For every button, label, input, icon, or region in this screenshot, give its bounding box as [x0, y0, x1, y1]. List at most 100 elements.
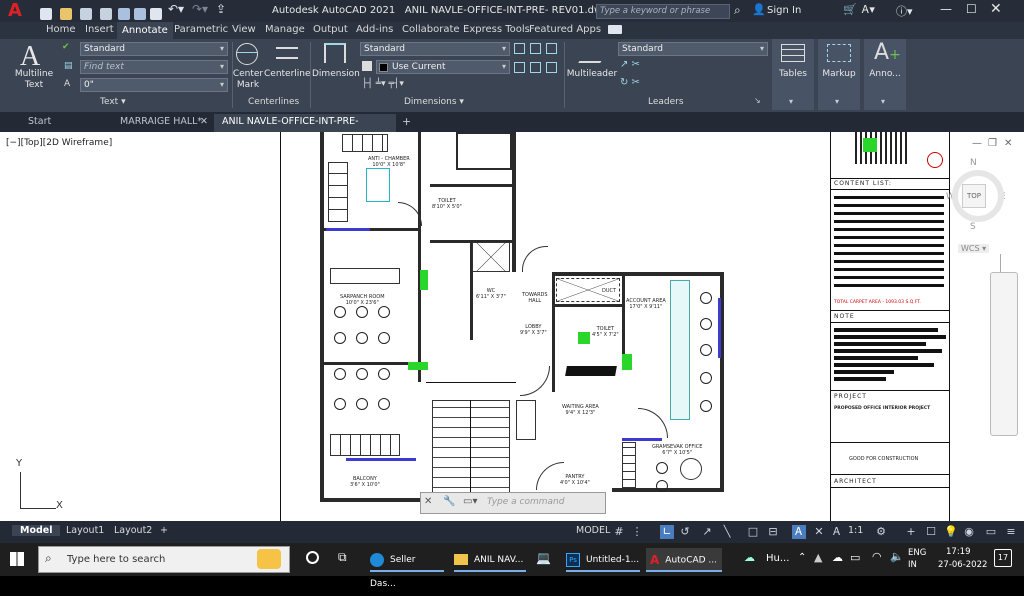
- autodesk-a360-icon[interactable]: Ꭺ▾: [862, 3, 875, 17]
- help-search-input[interactable]: Type a keyword or phrase: [596, 4, 730, 19]
- isolate-icon[interactable]: 💡: [944, 525, 958, 539]
- text-height-select[interactable]: 0": [80, 78, 228, 92]
- osnap-tracking-icon[interactable]: ↗: [700, 525, 714, 539]
- new-tab-icon[interactable]: +: [402, 115, 411, 128]
- sign-in-link[interactable]: Sign In: [767, 5, 801, 16]
- taskbar-search-box[interactable]: ⌕ Type here to search: [38, 546, 290, 573]
- weather-label[interactable]: Hu...: [766, 553, 789, 564]
- ribbon-minimize-icon[interactable]: [608, 25, 622, 34]
- gear-icon[interactable]: ⚙: [874, 525, 888, 539]
- multiline-text-button[interactable]: Multiline Text: [10, 69, 58, 91]
- save-icon[interactable]: [80, 8, 92, 20]
- windows-start-icon[interactable]: [10, 552, 24, 566]
- dimensions-panel-label[interactable]: Dimensions ▾: [404, 97, 464, 107]
- maximize-button[interactable]: ☐: [966, 2, 977, 16]
- anno-button[interactable]: Anno...: [864, 69, 906, 79]
- ortho-icon[interactable]: ∟: [660, 525, 674, 539]
- plot-icon[interactable]: [150, 8, 162, 20]
- share-icon[interactable]: ⇪: [216, 2, 226, 16]
- doc-tab-marraige-hall[interactable]: MARRAIGE HALL* ✕: [112, 114, 212, 132]
- clock-time[interactable]: 17:19: [946, 547, 971, 557]
- dim-break-icon[interactable]: [514, 43, 525, 54]
- leaders-expand-icon[interactable]: ↘: [754, 96, 761, 105]
- new-file-icon[interactable]: [40, 8, 52, 20]
- annotation-scale-value[interactable]: 1:1: [848, 525, 863, 536]
- dimension-button[interactable]: Dimension: [312, 69, 360, 79]
- annotation-scale-icon[interactable]: Ꭺ: [830, 525, 844, 539]
- check-spelling-icon[interactable]: ✔: [62, 42, 70, 52]
- volume-icon[interactable]: 🔈: [890, 550, 904, 563]
- autocad-logo[interactable]: A: [8, 1, 30, 21]
- ribbon-tab-express-tools[interactable]: Express Tools: [463, 24, 530, 35]
- redo-icon[interactable]: ↷▾: [192, 2, 208, 16]
- undo-icon[interactable]: ↶▾: [168, 2, 184, 16]
- find-text-input[interactable]: Find text: [80, 60, 228, 74]
- hardware-acceleration-icon[interactable]: ☐: [924, 525, 938, 539]
- viewcube-n[interactable]: N: [970, 158, 977, 168]
- units-icon[interactable]: ◉: [962, 525, 976, 539]
- onedrive-icon[interactable]: ☁: [832, 551, 843, 564]
- save-web-icon[interactable]: [134, 8, 146, 20]
- layout-tab-layout1[interactable]: Layout1: [66, 525, 104, 536]
- doc-tab-start[interactable]: Start: [20, 114, 110, 132]
- chevron-down-icon[interactable]: ▾: [835, 97, 839, 106]
- tray-up-icon[interactable]: ⌃: [798, 552, 806, 563]
- ribbon-tab-add-ins[interactable]: Add-ins: [356, 24, 393, 35]
- dim-tools-icon[interactable]: ├┤ ╧▾ ╤┤▾: [362, 79, 404, 89]
- taskbar-app-explorer[interactable]: ANIL NAV...: [454, 548, 526, 572]
- navigation-bar[interactable]: [990, 272, 1018, 436]
- open-web-icon[interactable]: [118, 8, 130, 20]
- customize-icon[interactable]: 🔧: [443, 496, 455, 507]
- viewcube-s[interactable]: S: [970, 222, 976, 232]
- close-button[interactable]: ✕: [990, 1, 1002, 17]
- ribbon-tab-output[interactable]: Output: [313, 24, 348, 35]
- model-space-button[interactable]: MODEL: [576, 525, 610, 536]
- minimize-viewport-icon[interactable]: —: [972, 138, 982, 149]
- text-style-select[interactable]: Standard: [80, 42, 228, 56]
- battery-icon[interactable]: ▭: [850, 551, 860, 564]
- ribbon-tab-featured-apps[interactable]: Featured Apps: [529, 24, 601, 35]
- ribbon-tab-view[interactable]: View: [232, 24, 256, 35]
- dimension-style-select[interactable]: Standard: [360, 42, 510, 56]
- user-icon[interactable]: 👤: [752, 3, 766, 16]
- dim-update-icon[interactable]: [546, 62, 557, 73]
- dim-continue-icon[interactable]: [530, 62, 541, 73]
- center-mark-button[interactable]: Center Mark: [230, 69, 266, 91]
- tray-app-icon[interactable]: ▲: [814, 551, 822, 564]
- annotation-visibility-icon[interactable]: Ꭺ: [792, 525, 806, 539]
- layout-tab-layout2[interactable]: Layout2: [114, 525, 152, 536]
- leader-align-icon[interactable]: ↻ ✂: [620, 77, 640, 88]
- leader-add-icon[interactable]: ↗ ✂: [620, 59, 640, 70]
- clock-date[interactable]: 27-06-2022: [938, 560, 987, 570]
- ribbon-tab-annotate[interactable]: Annotate: [117, 22, 173, 39]
- task-view-icon[interactable]: ⧉: [338, 550, 347, 565]
- layout-tab-model[interactable]: Model: [12, 525, 61, 536]
- taskbar-app-autocad[interactable]: A AutoCAD ...: [646, 548, 722, 572]
- tables-button[interactable]: Tables: [772, 69, 814, 79]
- leader-style-select[interactable]: Standard: [618, 42, 768, 56]
- polar-icon[interactable]: ↺: [678, 525, 692, 539]
- dim-jog-icon[interactable]: [514, 62, 525, 73]
- viewcube-top-face[interactable]: TOP: [962, 184, 986, 208]
- snap-icon[interactable]: ⋮: [630, 525, 644, 539]
- chevron-down-icon[interactable]: ▾: [789, 97, 793, 106]
- close-viewport-icon[interactable]: ✕: [1004, 138, 1012, 149]
- notification-icon[interactable]: 17: [994, 549, 1012, 567]
- dim-inspect-icon[interactable]: [546, 43, 557, 54]
- ribbon-tab-parametric[interactable]: Parametric: [174, 24, 228, 35]
- command-line[interactable]: ✕ 🔧 ▭▾ Type a command: [420, 492, 606, 514]
- auto-scale-icon[interactable]: ✕: [812, 525, 826, 539]
- taskbar-app-edge[interactable]: Seller Das...: [370, 548, 444, 589]
- clean-screen-icon[interactable]: ▭: [984, 525, 998, 539]
- ribbon-tab-home[interactable]: Home: [46, 24, 76, 35]
- cortana-icon[interactable]: [306, 551, 319, 564]
- minimize-button[interactable]: —: [940, 2, 952, 16]
- ribbon-tab-insert[interactable]: Insert: [85, 24, 114, 35]
- grid-icon[interactable]: #: [612, 525, 626, 539]
- dim-adjust-icon[interactable]: [530, 43, 541, 54]
- plus-icon[interactable]: +: [904, 525, 918, 539]
- close-icon[interactable]: ✕: [200, 114, 208, 130]
- help-icon[interactable]: ⓘ▾: [896, 3, 913, 19]
- object-snap-icon[interactable]: □: [746, 525, 760, 539]
- markup-button[interactable]: Markup: [818, 69, 860, 79]
